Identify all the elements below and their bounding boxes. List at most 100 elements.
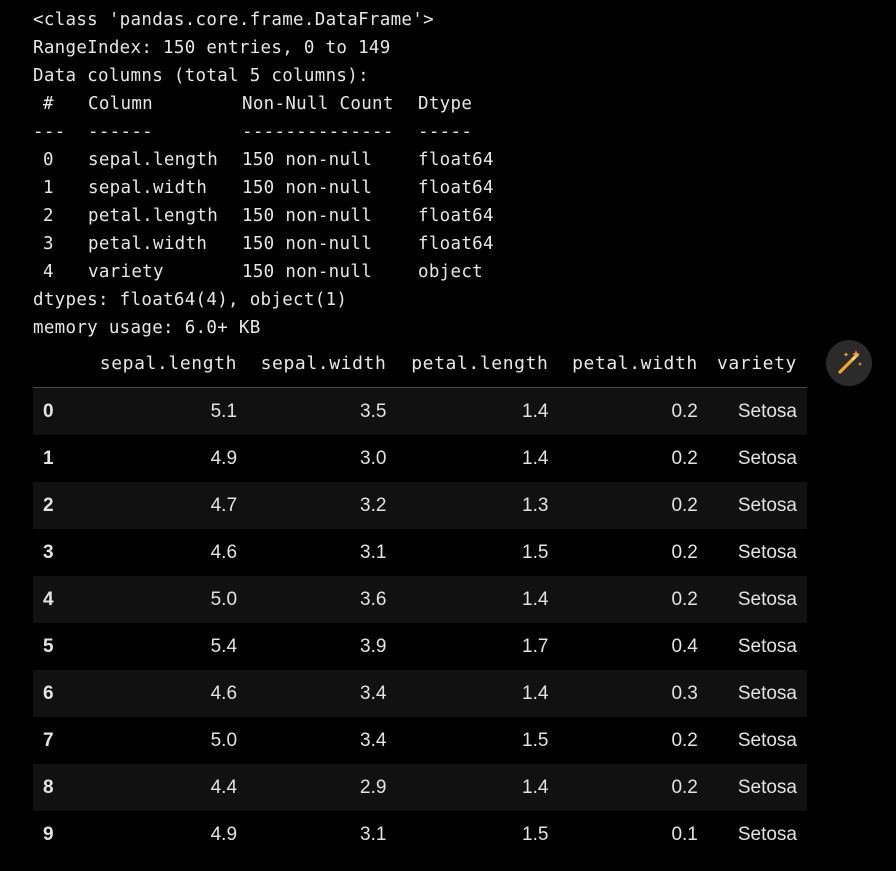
cell-sepal-length: 4.9 (210, 823, 238, 845)
info-row: 1 sepal.width 150 non-null float64 (33, 174, 553, 202)
table-row: 4 5.0 3.6 1.4 0.2 Setosa (33, 576, 807, 623)
cell-petal-width: 0.3 (671, 682, 698, 704)
info-row-idx: 4 (43, 262, 54, 282)
magic-wand-icon (838, 350, 862, 374)
info-row: 3 petal.width 150 non-null float64 (33, 230, 553, 258)
table-row: 0 5.1 3.5 1.4 0.2 Setosa (33, 387, 807, 435)
cell-variety: Setosa (737, 635, 797, 657)
info-row-column: petal.width (88, 234, 208, 254)
cell-sepal-width: 3.5 (360, 400, 387, 422)
cell-sepal-width: 3.9 (360, 635, 387, 657)
cell-sepal-length: 4.6 (210, 682, 238, 704)
row-index: 2 (43, 494, 54, 516)
info-row-non-null: 150 non-null (242, 262, 373, 282)
cell-petal-length: 1.5 (522, 823, 549, 845)
info-sep-non-null: -------------- (242, 122, 394, 142)
class-line: <class 'pandas.core.frame.DataFrame'> (33, 10, 434, 30)
cell-petal-width: 0.2 (671, 541, 698, 563)
row-index: 7 (43, 729, 54, 751)
info-row-dtype: float64 (418, 150, 494, 170)
table-header-petal-width: petal.width (558, 340, 708, 388)
table-header-sepal-width: sepal.width (247, 340, 397, 388)
info-header-idx: # (43, 94, 54, 114)
info-row-dtype: float64 (418, 206, 494, 226)
cell-sepal-width: 3.1 (360, 823, 387, 845)
info-row-dtype: float64 (418, 234, 494, 254)
cell-petal-length: 1.5 (522, 729, 549, 751)
table-row: 3 4.6 3.1 1.5 0.2 Setosa (33, 529, 807, 576)
info-sep-column: ------ (88, 122, 154, 142)
row-index: 0 (43, 400, 54, 422)
cell-sepal-width: 3.4 (360, 729, 387, 751)
info-row-idx: 3 (43, 234, 54, 254)
info-row-non-null: 150 non-null (242, 234, 373, 254)
data-columns-line: Data columns (total 5 columns): (33, 66, 369, 86)
cell-variety: Setosa (737, 729, 797, 751)
info-row-idx: 0 (43, 150, 54, 170)
cell-sepal-width: 3.6 (360, 588, 387, 610)
cell-sepal-length: 4.6 (210, 541, 238, 563)
table-header-petal-length: petal.length (396, 340, 559, 388)
info-row-idx: 1 (43, 178, 54, 198)
info-header-row: # Column Non-Null Count Dtype (33, 90, 553, 118)
cell-petal-width: 0.2 (671, 494, 698, 516)
df-info-output: <class 'pandas.core.frame.DataFrame'> Ra… (33, 6, 553, 342)
cell-variety: Setosa (737, 494, 797, 516)
cell-petal-length: 1.7 (522, 635, 549, 657)
table-header-variety: variety (707, 340, 807, 388)
cell-petal-length: 1.4 (522, 447, 549, 469)
dtypes-line: dtypes: float64(4), object(1) (33, 290, 348, 310)
info-header-dtype: Dtype (418, 94, 473, 114)
cell-sepal-width: 3.1 (360, 541, 387, 563)
info-row-dtype: float64 (418, 178, 494, 198)
cell-sepal-length: 5.0 (210, 729, 238, 751)
table-row: 1 4.9 3.0 1.4 0.2 Setosa (33, 435, 807, 482)
memory-usage-line: memory usage: 6.0+ KB (33, 318, 261, 338)
cell-sepal-length: 5.4 (210, 635, 238, 657)
cell-petal-length: 1.4 (522, 588, 549, 610)
cell-variety: Setosa (737, 400, 797, 422)
table-row: 5 5.4 3.9 1.7 0.4 Setosa (33, 623, 807, 670)
cell-petal-width: 0.2 (671, 729, 698, 751)
cell-petal-width: 0.4 (671, 635, 698, 657)
cell-sepal-length: 4.4 (210, 776, 238, 798)
info-separator-row: --- ------ -------------- ----- (33, 118, 553, 146)
cell-petal-length: 1.4 (522, 776, 549, 798)
cell-petal-length: 1.3 (522, 494, 549, 516)
info-row-column: variety (88, 262, 164, 282)
cell-sepal-width: 3.2 (360, 494, 387, 516)
cell-petal-width: 0.1 (671, 823, 698, 845)
cell-sepal-length: 5.0 (210, 588, 238, 610)
info-row: 0 sepal.length 150 non-null float64 (33, 146, 553, 174)
cell-variety: Setosa (737, 541, 797, 563)
cell-variety: Setosa (737, 776, 797, 798)
cell-variety: Setosa (737, 823, 797, 845)
cell-sepal-width: 3.4 (360, 682, 387, 704)
info-row-non-null: 150 non-null (242, 206, 373, 226)
info-header-non-null: Non-Null Count (242, 94, 394, 114)
row-index: 9 (43, 823, 54, 845)
cell-petal-length: 1.4 (522, 400, 549, 422)
table-row: 7 5.0 3.4 1.5 0.2 Setosa (33, 717, 807, 764)
info-row: 4 variety 150 non-null object (33, 258, 553, 286)
range-index-line: RangeIndex: 150 entries, 0 to 149 (33, 38, 391, 58)
table-row: 6 4.6 3.4 1.4 0.3 Setosa (33, 670, 807, 717)
info-row-non-null: 150 non-null (242, 150, 373, 170)
info-row-idx: 2 (43, 206, 54, 226)
row-index: 4 (43, 588, 54, 610)
cell-variety: Setosa (737, 682, 797, 704)
cell-sepal-length: 4.9 (210, 447, 238, 469)
table-header-index (33, 340, 85, 388)
cell-petal-width: 0.2 (671, 588, 698, 610)
table-row: 9 4.9 3.1 1.5 0.1 Setosa (33, 811, 807, 858)
cell-variety: Setosa (737, 447, 797, 469)
cell-petal-length: 1.5 (522, 541, 549, 563)
cell-petal-width: 0.2 (671, 776, 698, 798)
row-index: 8 (43, 776, 54, 798)
dataframe-table: sepal.length sepal.width petal.length pe… (33, 340, 807, 858)
cell-petal-width: 0.2 (671, 447, 698, 469)
magic-wand-button[interactable] (826, 340, 872, 386)
cell-petal-length: 1.4 (522, 682, 549, 704)
row-index: 5 (43, 635, 54, 657)
cell-sepal-length: 5.1 (210, 400, 238, 422)
